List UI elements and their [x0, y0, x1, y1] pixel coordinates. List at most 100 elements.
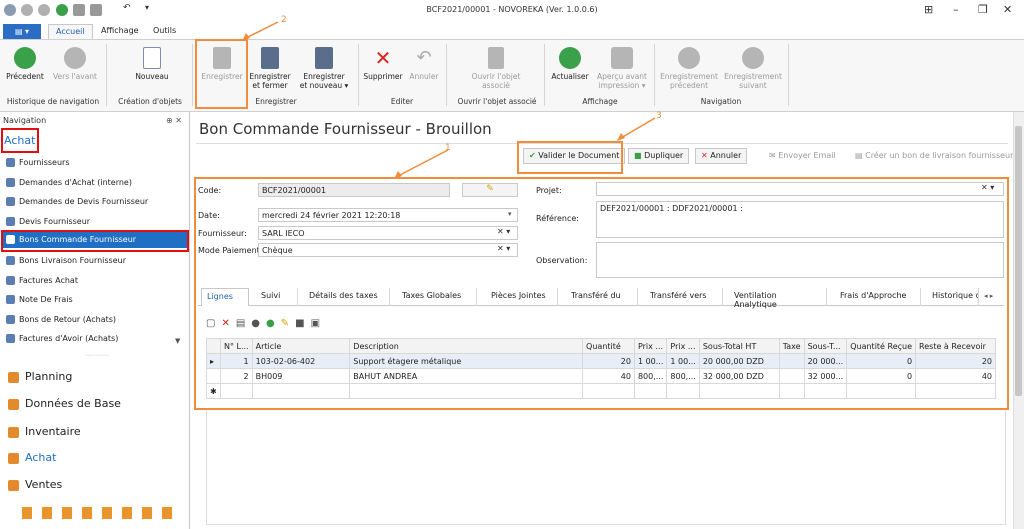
tab-outils[interactable]: Outils	[153, 26, 176, 35]
grid-export-icon[interactable]: ▣	[311, 318, 326, 329]
cell[interactable]: BH009	[251, 368, 351, 384]
nav-item-bons-livraison[interactable]: Bons Livraison Fournisseur	[6, 253, 186, 269]
cell[interactable]: 40	[915, 368, 996, 384]
tab-lignes[interactable]: Lignes	[201, 288, 249, 306]
annuler-ribbon-button[interactable]: ↶ Annuler	[406, 47, 442, 81]
col-header[interactable]: Description	[349, 338, 584, 354]
creer-livraison-button[interactable]: ▤ Créer un bon de livraison fournisseur	[849, 148, 1019, 164]
col-header[interactable]: Article	[251, 338, 351, 354]
nav-collapsed-icons[interactable]	[22, 507, 182, 519]
cell[interactable]: 20 000...	[803, 353, 848, 369]
nav-pin-close-icon[interactable]: ⊕ ✕	[166, 116, 182, 125]
nav-item-fournisseurs[interactable]: Fournisseurs	[6, 155, 186, 171]
col-header[interactable]: Quantité Reçue	[846, 338, 917, 354]
fournisseur-field[interactable]: SARL IECO	[258, 226, 518, 240]
cell[interactable]	[803, 383, 848, 399]
grid-stop-icon[interactable]: ●	[251, 318, 266, 329]
cell[interactable]: 40	[582, 368, 635, 384]
col-header[interactable]: Quantité	[582, 338, 635, 354]
nav-group-ventes[interactable]: Ventes	[8, 478, 62, 491]
cell[interactable]	[846, 383, 917, 399]
edit-code-button[interactable]: ✎	[462, 183, 518, 197]
cell[interactable]: Support étagere métalique	[349, 353, 584, 369]
nouveau-button[interactable]: Nouveau	[128, 47, 176, 81]
envoyer-email-button[interactable]: ✉ Envoyer Email	[763, 148, 842, 164]
cell[interactable]	[778, 368, 805, 384]
cell[interactable]: 1 00...	[666, 353, 700, 369]
fournisseur-clear-icon[interactable]: ✕ ▾	[497, 227, 510, 236]
tab-transfere-vers[interactable]: Transféré vers	[645, 288, 723, 306]
minimize-icon[interactable]: –	[953, 3, 959, 16]
col-header[interactable]: N° L...	[219, 338, 253, 354]
cell[interactable]: 0	[846, 353, 917, 369]
cell[interactable]	[698, 383, 780, 399]
nav-item-devis[interactable]: Devis Fournisseur	[6, 214, 186, 230]
date-dropdown-icon[interactable]: ▾	[508, 210, 512, 218]
cell[interactable]: 20	[582, 353, 635, 369]
file-menu-button[interactable]: ▤ ▾	[3, 24, 41, 39]
mode-paiement-field[interactable]: Chèque	[258, 243, 518, 257]
grid-tools-icon[interactable]: ✎	[281, 318, 295, 329]
apercu-button[interactable]: Aperçu avant impression ▾	[594, 47, 650, 90]
help-icon[interactable]: ⊞	[924, 3, 933, 16]
cell[interactable]: 2	[219, 368, 253, 384]
grid-save-icon[interactable]: ■	[295, 318, 310, 329]
cell[interactable]: 20 000,00 DZD	[698, 353, 780, 369]
col-header[interactable]: Sous-Total HT	[698, 338, 780, 354]
cell[interactable]: 32 000,00 DZD	[698, 368, 780, 384]
cell[interactable]: 0	[846, 368, 917, 384]
projet-clear-icon[interactable]: ✕ ▾	[981, 183, 994, 192]
nav-group-planning[interactable]: Planning	[8, 370, 72, 383]
supprimer-button[interactable]: ✕ Supprimer	[362, 47, 404, 81]
cell[interactable]	[633, 383, 668, 399]
cell[interactable]: 32 000...	[803, 368, 848, 384]
col-header[interactable]: Taxe	[778, 338, 805, 354]
cell[interactable]: 800,...	[666, 368, 700, 384]
nav-item-factures-achat[interactable]: Factures Achat	[6, 273, 186, 289]
projet-field[interactable]	[596, 182, 1004, 196]
col-header[interactable]: Prix ...	[666, 338, 700, 354]
cell[interactable]: 103-02-06-402	[251, 353, 351, 369]
grid-edit-icon[interactable]: ▤	[236, 318, 251, 329]
dupliquer-button[interactable]: ■ Dupliquer	[628, 148, 690, 164]
col-header[interactable]: Prix ...	[633, 338, 668, 354]
close-icon[interactable]: ✕	[1003, 3, 1012, 16]
table-row[interactable]: ▸ 1 103-02-06-402 Support étagere métali…	[206, 353, 996, 369]
tab-accueil[interactable]: Accueil	[48, 24, 93, 40]
nav-splitter[interactable]: ⋯⋯⋯⋯	[85, 352, 109, 359]
cell[interactable]	[778, 383, 805, 399]
precedent-button[interactable]: Précedent	[4, 47, 46, 81]
date-field[interactable]: mercredi 24 février 2021 12:20:18	[258, 208, 518, 222]
vers-avant-button[interactable]: Vers l'avant	[50, 47, 100, 81]
tab-pieces-jointes[interactable]: Pièces Jointes	[486, 288, 558, 306]
enreg-suivant-button[interactable]: Enregistrement suivant	[722, 47, 784, 90]
actualiser-button[interactable]: Actualiser	[550, 47, 590, 81]
cell[interactable]	[251, 383, 351, 399]
nav-section-achat[interactable]: Achat	[4, 134, 35, 147]
nav-item-note-frais[interactable]: Note De Frais	[6, 292, 186, 308]
grid-refresh-icon[interactable]: ●	[266, 318, 281, 329]
cell[interactable]	[349, 383, 584, 399]
restore-icon[interactable]: ❐	[978, 3, 988, 16]
reference-field[interactable]: DEF2021/00001 : DDF2021/00001 :	[596, 201, 1004, 238]
annuler-doc-button[interactable]: ✕ Annuler	[695, 148, 748, 164]
table-row[interactable]: 2 BH009 BAHUT ANDREA 40 800,... 800,... …	[206, 368, 996, 384]
grid-delete-icon[interactable]: ✕	[221, 318, 235, 329]
main-scrollbar-thumb[interactable]	[1015, 126, 1022, 396]
code-field[interactable]: BCF2021/00001	[258, 183, 450, 197]
col-header[interactable]: Reste à Recevoir	[915, 338, 996, 354]
enreg-precedent-button[interactable]: Enregistrement précedent	[658, 47, 720, 90]
cell[interactable]: 20	[915, 353, 996, 369]
cell[interactable]	[666, 383, 700, 399]
observation-field[interactable]	[596, 242, 1004, 278]
cell[interactable]: 800,...	[633, 368, 668, 384]
tab-details-taxes[interactable]: Détails des taxes	[304, 288, 390, 306]
cell[interactable]	[582, 383, 635, 399]
cell[interactable]	[778, 353, 805, 369]
enregistrer-fermer-button[interactable]: Enregistrer et fermer	[247, 47, 293, 90]
nav-item-bons-retour[interactable]: Bons de Retour (Achats)	[6, 312, 186, 328]
tab-taxes-globales[interactable]: Taxes Globales	[397, 288, 477, 306]
nav-group-donnees[interactable]: Données de Base	[8, 397, 121, 410]
tab-scroll-arrows-icon[interactable]: ◂ ▸	[984, 292, 993, 300]
nav-item-demandes-devis[interactable]: Demandes de Devis Fournisseur	[6, 194, 186, 210]
